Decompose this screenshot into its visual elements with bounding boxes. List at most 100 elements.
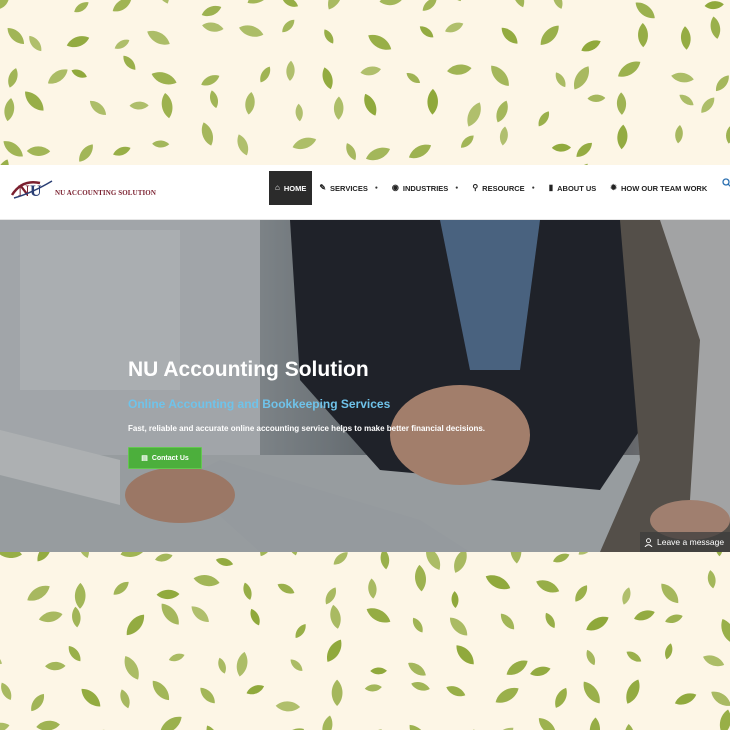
leaf-shape	[152, 140, 170, 148]
leaf-shape	[412, 617, 423, 633]
home-icon: ⌂	[275, 183, 280, 192]
leaf-shape	[409, 724, 427, 730]
leaf-shape	[275, 701, 301, 712]
leaf-shape	[325, 587, 336, 605]
leaf-shape	[68, 645, 81, 662]
leaf-shape	[346, 143, 356, 161]
leaf-shape	[27, 585, 50, 601]
leaf-shape	[151, 72, 177, 85]
leaf-shape	[8, 68, 18, 88]
leaf-shape	[617, 124, 628, 150]
hero-subtitle: Online Accounting and Bookkeeping Servic…	[128, 397, 391, 411]
leaf-shape	[671, 72, 694, 83]
leaf-shape	[536, 580, 560, 593]
leaf-shape	[460, 135, 474, 148]
leaf-shape	[123, 55, 136, 70]
search-icon: ⚲	[472, 183, 479, 192]
nav-item-home[interactable]: ⌂ HOME	[269, 171, 313, 205]
leaf-shape	[456, 645, 474, 665]
leaf-shape	[370, 667, 387, 675]
leaf-pattern-bottom-graphic	[0, 552, 730, 730]
leaf-shape	[7, 28, 25, 44]
hero-banner: NU Accounting Solution Online Accounting…	[0, 220, 730, 552]
contact-us-button[interactable]: ▤ Contact Us	[128, 447, 202, 469]
leaf-shape	[277, 583, 295, 594]
leaf-shape	[237, 134, 249, 156]
leaf-shape	[215, 558, 234, 566]
leaf-shape	[202, 22, 224, 32]
leaf-shape	[0, 552, 22, 558]
leaf-shape	[586, 649, 596, 666]
leaf-shape	[578, 552, 594, 555]
leaf-shape	[113, 581, 129, 595]
leaf-shape	[124, 655, 139, 680]
leaf-shape	[513, 0, 525, 8]
leaf-shape	[152, 680, 170, 701]
leaf-shape	[510, 552, 522, 564]
leaf-shape	[665, 614, 683, 624]
hero-description: Fast, reliable and accurate online accou…	[128, 424, 486, 433]
leaf-shape	[331, 679, 343, 706]
contact-us-label: Contact Us	[151, 454, 189, 462]
leaf-shape	[422, 0, 437, 11]
leaf-shape	[286, 60, 295, 81]
leaf-shape	[0, 0, 10, 10]
leaf-shape	[322, 67, 333, 90]
leaf-shape	[538, 718, 556, 730]
leaf-shape	[245, 92, 255, 115]
leaf-shape	[29, 35, 42, 52]
leaf-shape	[34, 0, 57, 3]
leaf-shape	[290, 659, 303, 671]
leaf-shape	[1, 682, 12, 701]
leaf-shape	[243, 582, 252, 600]
leaf-shape	[492, 727, 514, 730]
nav-item-how-our-team-work[interactable]: ✹ HOW OUR TEAM WORK	[603, 171, 714, 205]
leaf-shape	[638, 23, 648, 48]
site-logo[interactable]: N U NU ACCOUNTING SOLUTION	[10, 177, 156, 207]
leaf-shape	[283, 728, 304, 730]
leaf-shape	[675, 125, 683, 144]
leaf-shape	[501, 27, 518, 44]
leaf-shape	[447, 64, 472, 75]
leaf-shape	[368, 578, 377, 599]
leave-a-message-button[interactable]: Leave a message	[640, 532, 730, 552]
leaf-shape	[406, 72, 421, 84]
leaf-shape	[726, 124, 730, 144]
leaf-shape	[716, 75, 729, 92]
leaf-shape	[703, 655, 725, 667]
nav-item-services[interactable]: ✎ SERVICES ●	[312, 171, 385, 205]
leaf-shape	[364, 684, 382, 692]
leaf-shape	[25, 91, 44, 111]
leaf-shape	[506, 660, 528, 675]
leaf-shape	[295, 103, 303, 122]
leaf-shape	[26, 146, 51, 156]
leaf-shape	[408, 144, 432, 159]
leaf-shape	[446, 686, 466, 697]
leaf-shape	[120, 552, 147, 557]
chevron-down-icon: ●	[374, 185, 378, 191]
leaf-shape	[575, 585, 588, 602]
leaf-shape	[191, 606, 209, 623]
leaf-shape	[626, 651, 642, 662]
nav-item-resource[interactable]: ⚲ RESOURCE ●	[465, 171, 541, 205]
leaf-shape	[324, 29, 334, 44]
leaves-top	[0, 0, 730, 165]
leaf-shape	[665, 643, 673, 660]
leaf-shape	[3, 141, 23, 157]
leaf-shape	[168, 653, 185, 662]
nav-item-about-us[interactable]: ▮ ABOUT US	[542, 171, 604, 205]
leaf-shape	[540, 25, 559, 45]
leaf-shape	[287, 552, 298, 556]
search-icon[interactable]	[722, 178, 730, 188]
leaf-shape	[236, 651, 248, 677]
leaf-shape	[707, 570, 716, 589]
leaf-shape	[368, 34, 392, 50]
leaf-shape	[583, 681, 600, 704]
leaf-shape	[322, 715, 333, 730]
leaf-shape	[36, 720, 60, 730]
leaf-shape	[156, 589, 180, 600]
nav-item-industries[interactable]: ◉ INDUSTRIES ●	[385, 171, 465, 205]
leaf-shape	[555, 687, 567, 708]
id-card-icon: ▤	[141, 455, 148, 462]
leaf-shape	[72, 606, 81, 628]
